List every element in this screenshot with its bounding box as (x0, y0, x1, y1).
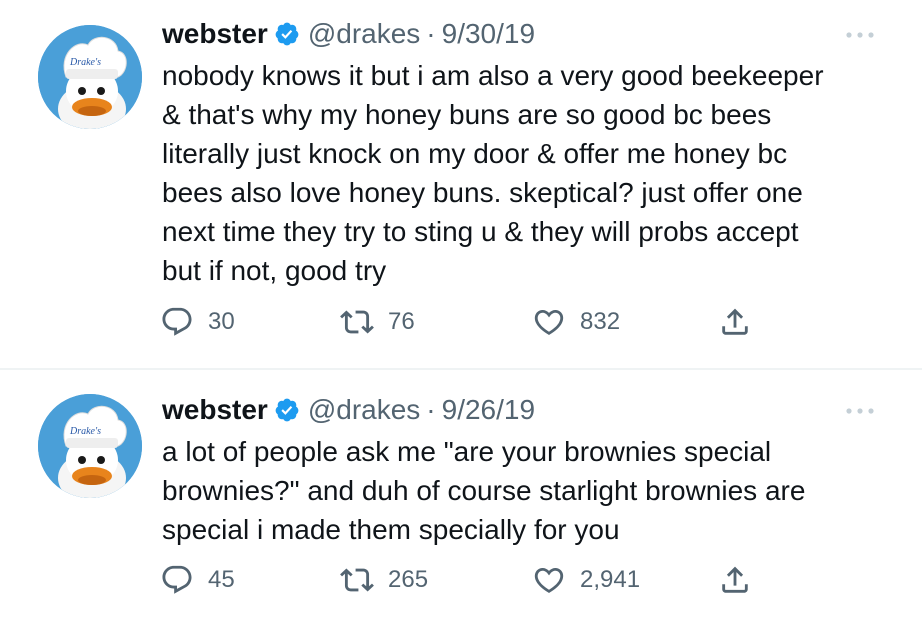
tweet-header: webster @drakes · 9/30/19 (162, 14, 535, 54)
like-button[interactable]: 832 (532, 300, 620, 344)
more-options-icon[interactable] (838, 396, 882, 426)
like-count: 832 (580, 308, 621, 335)
share-button[interactable] (718, 300, 752, 344)
retweet-count: 265 (388, 566, 429, 593)
tweet-text-line: literally just knock on my door & offer … (162, 138, 788, 169)
reply-icon (162, 307, 192, 336)
separator-dot: · (426, 18, 436, 49)
reply-button[interactable]: 30 (160, 300, 235, 344)
retweet-button[interactable]: 76 (340, 300, 415, 344)
avatar[interactable]: Drake's (38, 394, 142, 498)
tweet-text-line: bees also love honey buns. skeptical? ju… (162, 177, 803, 208)
reply-count: 45 (208, 566, 235, 593)
tweet-text-line: next time they try to sting u & they wil… (162, 216, 799, 247)
tweet-actions: 30 76 832 (160, 300, 780, 344)
tweet[interactable]: Drake's webster @drakes · 9/26/19 a lot … (0, 370, 922, 626)
retweet-icon (340, 310, 374, 334)
retweet-button[interactable]: 265 (340, 558, 428, 602)
like-count: 2,941 (580, 566, 641, 593)
author-name[interactable]: webster (162, 18, 268, 50)
avatar-logo-text: Drake's (69, 57, 101, 68)
tweet-header: webster @drakes · 9/26/19 (162, 390, 535, 430)
retweet-icon (340, 568, 374, 592)
heart-icon (534, 309, 564, 335)
tweet-text: nobody knows it but i am also a very goo… (162, 56, 882, 290)
heart-icon (534, 567, 564, 593)
more-options-icon[interactable] (838, 20, 882, 50)
author-handle[interactable]: @drakes (308, 18, 420, 50)
drakes-duck-avatar-icon: Drake's (38, 394, 142, 498)
like-button[interactable]: 2,941 (532, 558, 640, 602)
tweet-text: a lot of people ask me "are your brownie… (162, 432, 882, 549)
tweet-text-line: nobody knows it but i am also a very goo… (162, 60, 824, 91)
author-handle[interactable]: @drakes (308, 394, 420, 426)
tweet-text-line: a lot of people ask me "are your brownie… (162, 436, 772, 467)
avatar[interactable]: Drake's (38, 25, 142, 129)
verified-badge-icon (274, 397, 300, 423)
share-icon (722, 308, 748, 335)
share-icon (722, 566, 748, 593)
tweet-text-line: & that's why my honey buns are so good b… (162, 99, 772, 130)
drakes-duck-avatar-icon: Drake's (38, 25, 142, 129)
share-button[interactable] (718, 558, 752, 602)
author-name[interactable]: webster (162, 394, 268, 426)
reply-icon (162, 565, 192, 594)
reply-button[interactable]: 45 (160, 558, 235, 602)
tweet-date[interactable]: 9/30/19 (442, 18, 535, 50)
tweet[interactable]: Drake's webster @drakes · 9/30/19 nobody… (0, 0, 922, 368)
reply-count: 30 (208, 308, 235, 335)
avatar-logo-text: Drake's (69, 426, 101, 437)
tweet-date[interactable]: 9/26/19 (442, 394, 535, 426)
tweet-actions: 45 265 2,941 (160, 558, 780, 602)
tweet-text-line: but if not, good try (162, 255, 387, 286)
tweet-feed: Drake's webster @drakes · 9/30/19 nobody… (0, 0, 922, 626)
tweet-text-line: brownies?" and duh of course starlight b… (162, 475, 806, 506)
separator-dot: · (426, 394, 436, 425)
retweet-count: 76 (388, 308, 415, 335)
tweet-text-line: special i made them specially for you (162, 514, 620, 545)
verified-badge-icon (274, 21, 300, 47)
